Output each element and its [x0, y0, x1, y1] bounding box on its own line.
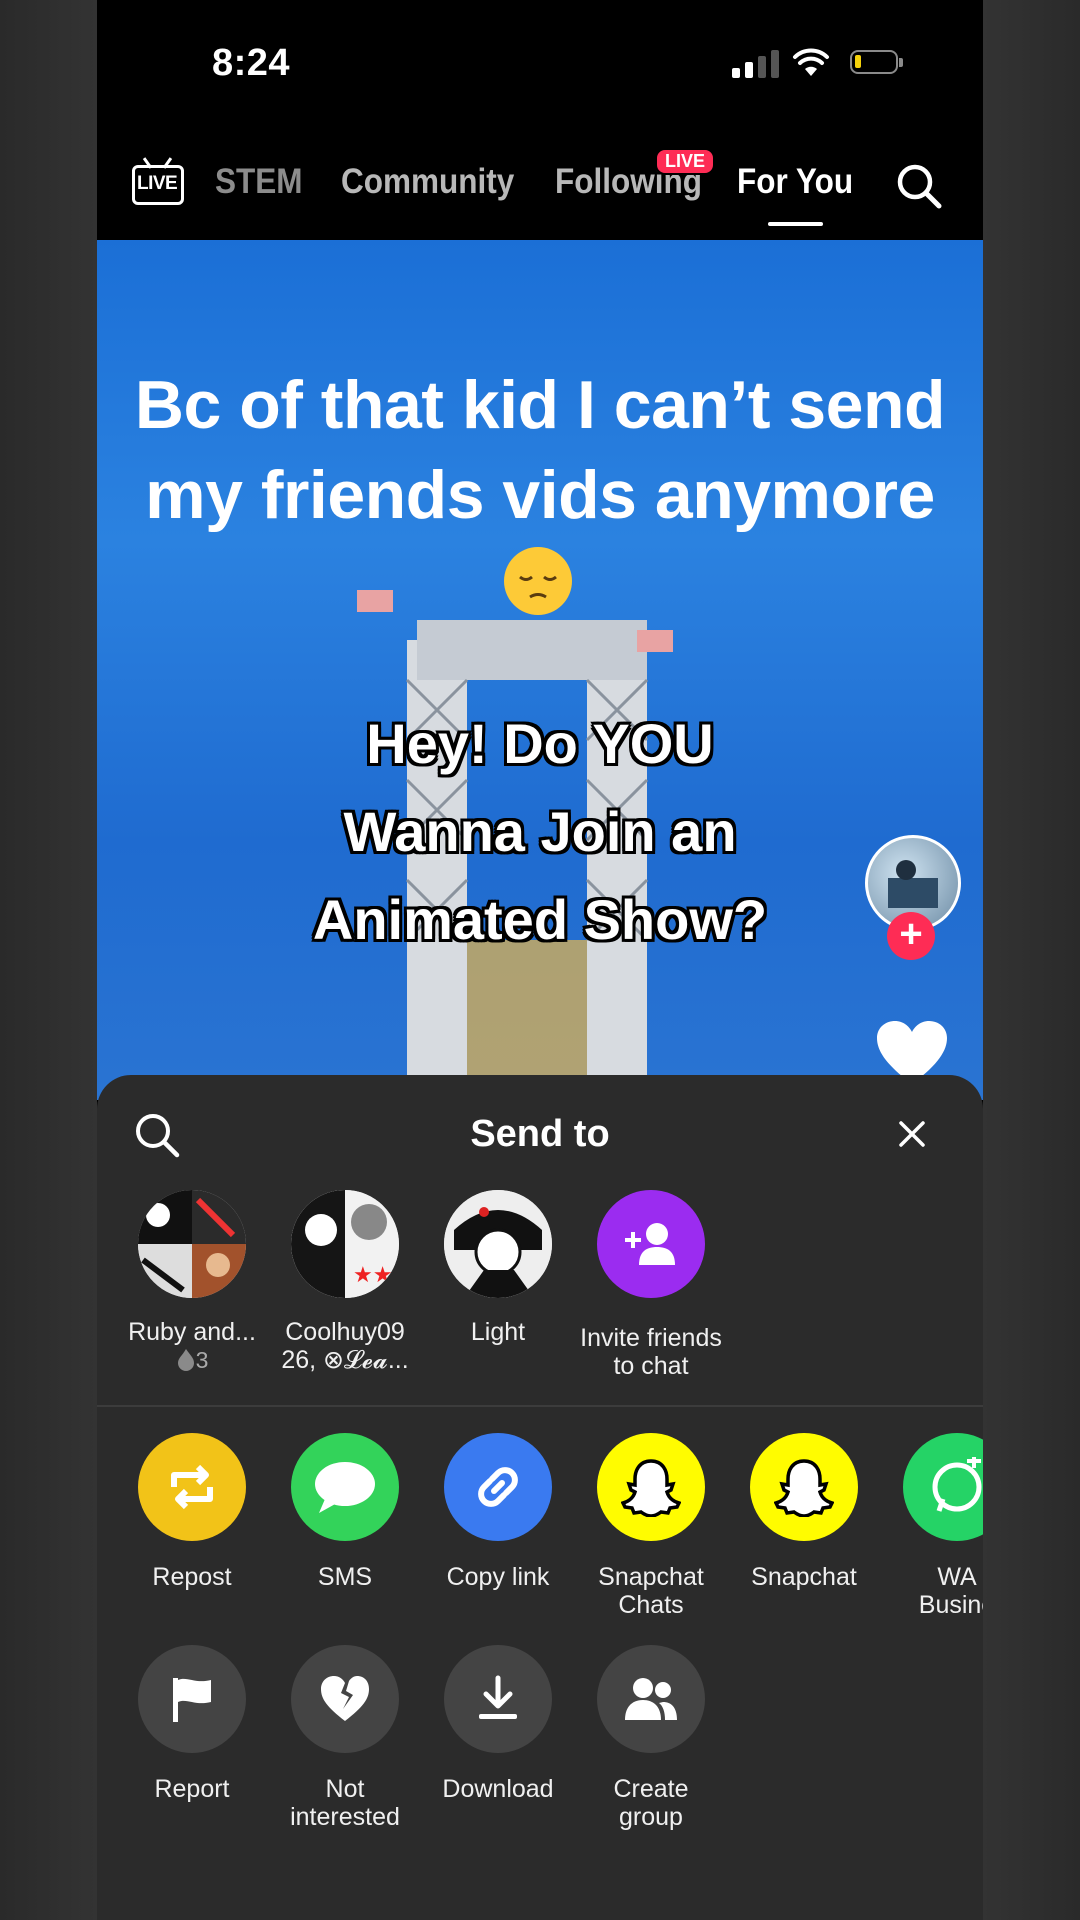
search-icon[interactable] [895, 162, 943, 210]
add-person-icon [625, 1223, 675, 1265]
flame-icon [177, 1349, 194, 1371]
report-button[interactable]: Report [117, 1645, 267, 1803]
tab-for-you[interactable]: For You [737, 162, 853, 202]
create-group-button[interactable]: Create group [576, 1645, 726, 1831]
download-button[interactable]: Download [423, 1645, 573, 1803]
pensive-face-emoji [504, 547, 572, 615]
sheet-title: Send to [470, 1113, 610, 1155]
group-icon [597, 1645, 705, 1753]
overlay-line-1: Hey! Do YOU [366, 712, 714, 775]
contact-avatar [138, 1190, 246, 1298]
cellular-signal-icon [732, 50, 779, 78]
download-icon [444, 1645, 552, 1753]
live-icon-label: LIVE [137, 173, 178, 194]
contact-streak: 3 [117, 1346, 267, 1374]
sms-button[interactable]: SMS [270, 1433, 420, 1591]
phone-screen: 8:24 LIVE STEM Community Following LIVE … [97, 0, 983, 1920]
caption-line-1: Bc of that kid I can’t send [134, 367, 946, 443]
contact-name: Light [470, 1318, 526, 1346]
contact-ruby[interactable]: Ruby and... 3 [117, 1190, 267, 1374]
caption-line-2: my friends vids anymore [145, 457, 935, 533]
overlay-line-3: Animated Show? [312, 888, 768, 951]
copy-link-button[interactable]: Copy link [423, 1433, 573, 1591]
repost-icon [138, 1433, 246, 1541]
not-interested-label: Not interested [290, 1775, 400, 1831]
snapchat-button[interactable]: Snapchat [729, 1433, 879, 1591]
copy-link-label: Copy link [446, 1563, 550, 1591]
snapchat-chats-label: Snapchat Chats [576, 1563, 726, 1619]
following-live-badge: LIVE [655, 148, 716, 175]
wa-business-button[interactable]: WA Busine [882, 1433, 983, 1619]
status-time: 8:24 [212, 42, 291, 84]
overlay-line-2: Wanna Join an [343, 800, 737, 863]
report-label: Report [154, 1775, 230, 1803]
download-label: Download [442, 1775, 554, 1803]
invite-label-1: Invite friends [580, 1324, 722, 1352]
send-to-sheet: Send to Ruby and... 3 ★★ Coolhuy09 26, ⊗… [97, 1075, 983, 1920]
invite-label-2: to chat [613, 1352, 689, 1380]
broken-heart-icon [291, 1645, 399, 1753]
background-left [0, 0, 97, 1920]
invite-avatar [597, 1190, 705, 1298]
video-player[interactable]: Bc of that kid I can’t send my friends v… [97, 240, 983, 1100]
snapchat-ghost-icon [597, 1433, 705, 1541]
contact-name: Coolhuy09 [285, 1318, 405, 1346]
not-interested-button[interactable]: Not interested [270, 1645, 420, 1831]
tab-stem[interactable]: STEM [215, 162, 303, 202]
video-overlay-text: Hey! Do YOU Wanna Join an Animated Show? [97, 700, 983, 964]
close-icon[interactable] [897, 1119, 927, 1149]
battery-icon [850, 50, 903, 74]
contact-light[interactable]: Light [423, 1190, 573, 1346]
follow-button[interactable]: + [887, 912, 935, 960]
repost-label: Repost [152, 1563, 232, 1591]
link-icon [444, 1433, 552, 1541]
flag-icon [138, 1645, 246, 1753]
sms-label: SMS [317, 1563, 373, 1591]
snapchat-chats-button[interactable]: Snapchat Chats [576, 1433, 726, 1619]
top-navigation: LIVE STEM Community Following LIVE For Y… [97, 140, 983, 226]
contact-name: Ruby and... [128, 1318, 256, 1346]
contact-name-line2: 26, ⊗𝓛𝓮𝓪... [281, 1346, 409, 1374]
sms-bubble-icon [291, 1433, 399, 1541]
contact-avatar [444, 1190, 552, 1298]
video-caption: Bc of that kid I can’t send my friends v… [97, 360, 983, 540]
divider [97, 1405, 983, 1407]
invite-friends-button[interactable]: Invite friends to chat [576, 1190, 726, 1380]
tab-community[interactable]: Community [341, 162, 514, 202]
contacts-row: Ruby and... 3 ★★ Coolhuy09 26, ⊗𝓛𝓮𝓪... L… [97, 1190, 983, 1410]
repost-button[interactable]: Repost [117, 1433, 267, 1591]
background-right [983, 0, 1080, 1920]
snapchat-ghost-icon [750, 1433, 858, 1541]
contact-avatar: ★★ [291, 1190, 399, 1298]
active-tab-indicator [768, 222, 823, 226]
create-group-label: Create group [613, 1775, 689, 1831]
streak-count: 3 [195, 1347, 209, 1373]
snapchat-chats-label-text: Snapchat Chats [598, 1563, 704, 1619]
svg-text:★★: ★★ [353, 1263, 392, 1288]
wifi-icon [793, 48, 829, 76]
snapchat-label: Snapchat [751, 1563, 857, 1591]
wa-business-label: WA Busine [918, 1563, 983, 1619]
whatsapp-business-icon [903, 1433, 983, 1541]
live-tv-icon[interactable]: LIVE [132, 157, 188, 209]
contact-coolhuy[interactable]: ★★ Coolhuy09 26, ⊗𝓛𝓮𝓪... [270, 1190, 420, 1374]
